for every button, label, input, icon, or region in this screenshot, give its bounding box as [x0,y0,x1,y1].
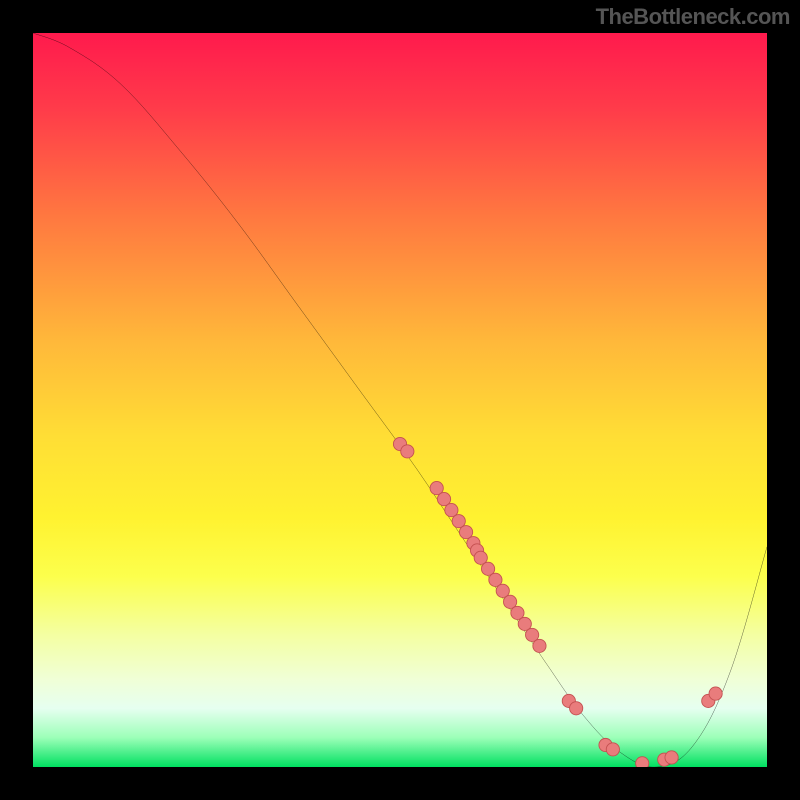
chart-frame: TheBottleneck.com [0,0,800,800]
data-point [636,757,649,767]
data-point [401,445,414,458]
data-point [606,743,619,756]
data-point [533,639,546,652]
data-point [665,751,678,764]
plot-area [33,33,767,767]
data-point [709,687,722,700]
chart-svg [33,33,767,767]
bottleneck-curve [33,33,767,767]
attribution-text: TheBottleneck.com [596,4,790,30]
scatter-points [393,437,722,767]
data-point [570,702,583,715]
